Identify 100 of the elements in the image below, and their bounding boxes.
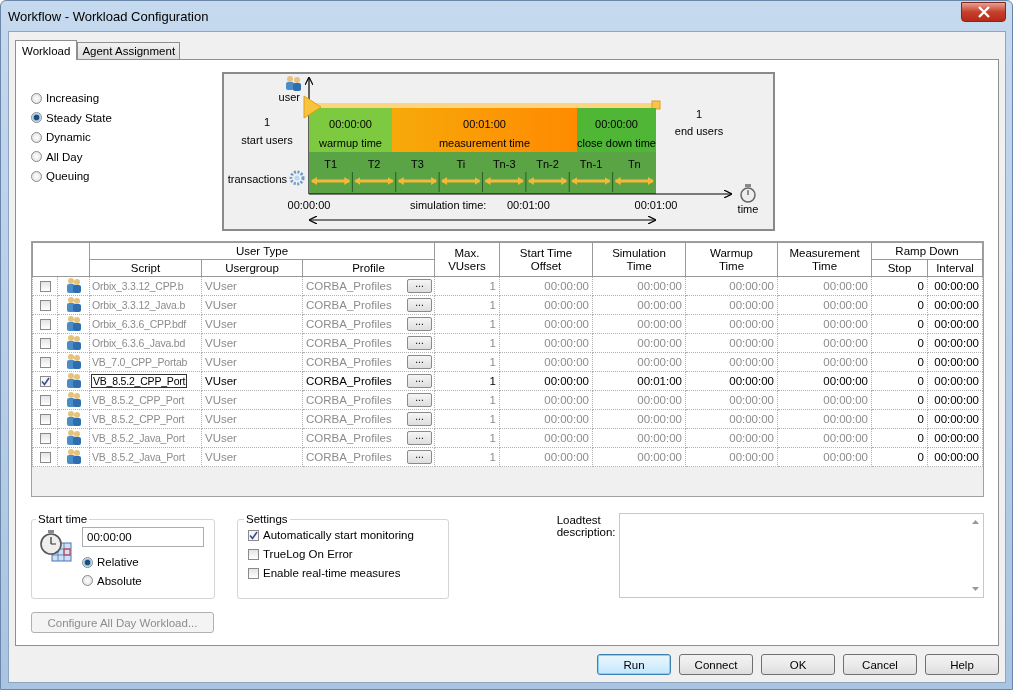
radio-label: Relative [97,556,139,569]
transaction-label: Tn-2 [536,158,559,170]
column-header: Profile [352,261,385,274]
table-cell: 1 [489,299,496,311]
row-checkbox[interactable] [39,376,51,388]
description-field[interactable] [618,513,984,598]
table-cell: CORBA_Profiles [306,375,392,387]
column-header: Interval [936,261,974,274]
table-cell: VUser [205,299,237,311]
table-cell: VUser [205,432,237,444]
table-cell: 00:00:00 [637,394,682,406]
transaction-label: Tn-1 [579,158,603,170]
table-cell: 00:00:00 [729,413,774,425]
browse-button[interactable]: ... [407,412,432,426]
browse-button[interactable]: ... [407,431,432,445]
table-cell: 00:00:00 [637,318,682,330]
row-checkbox[interactable] [39,357,51,369]
simulation-time-value: 00:01:00 [507,199,550,211]
table-cell: Orbix_3.3.12_Java.b [92,299,186,311]
checkbox[interactable] [248,548,259,560]
table-cell: VUser [205,413,237,425]
users-icon [65,448,82,464]
table-cell: 0 [917,356,924,368]
row-checkbox[interactable] [39,319,51,331]
dialog-button[interactable]: Help [925,654,999,675]
table-cell: 00:00:00 [544,394,589,406]
browse-button[interactable]: ... [407,355,432,369]
table-cell: 0 [917,432,924,444]
table-cell: VUser [205,356,237,368]
column-header: Simulation Time [611,246,667,273]
table-cell: 00:00:00 [637,299,682,311]
table-cell: VUser [205,280,237,292]
double-arrow [311,177,351,185]
table-cell: 00:00:00 [544,337,589,349]
double-arrow [527,177,568,185]
table-cell: 00:00:00 [729,432,774,444]
radio-button[interactable] [31,131,42,143]
table-cell: 00:00:00 [544,432,589,444]
table-cell: 1 [489,413,496,425]
table-cell: 00:00:00 [544,413,589,425]
browse-button[interactable]: ... [407,374,432,388]
radio-button[interactable] [31,151,42,163]
table-cell: 00:00:00 [544,318,589,330]
users-icon [65,296,82,312]
dialog-button[interactable]: Run [597,654,671,675]
table-cell: VB_7.0_CPP_Portab [92,356,188,368]
row-checkbox[interactable] [39,433,51,445]
table-cell: 00:00:00 [934,280,979,292]
table-cell: CORBA_Profiles [306,280,392,292]
browse-button[interactable]: ... [407,279,432,293]
radio-button[interactable] [31,170,42,182]
row-checkbox[interactable] [39,395,51,407]
table-cell: VUser [205,394,237,406]
start-time-label: 00:00:00 [287,199,331,211]
browse-button[interactable]: ... [407,298,432,312]
table-cell: 00:00:00 [823,337,868,349]
row-checkbox[interactable] [39,281,51,293]
radio-button[interactable] [31,112,42,124]
group-title: Start time [37,513,89,525]
table-cell: 1 [489,375,496,387]
double-arrow [397,177,438,185]
table-cell: 00:00:00 [823,356,868,368]
row-checkbox[interactable] [39,414,51,426]
start-time-field[interactable]: 00:00:00 [82,527,204,547]
table-cell: 00:00:00 [544,375,589,387]
radio-button[interactable] [82,556,93,568]
table-cell: 00:00:00 [934,432,979,444]
dialog-button[interactable]: OK [761,654,835,675]
checkbox[interactable] [248,567,259,579]
users-icon [65,391,82,407]
dialog-button[interactable]: Cancel [843,654,917,675]
double-arrow [614,177,654,185]
table-cell: 00:00:00 [544,451,589,463]
table-cell: VUser [205,451,237,463]
radio-button[interactable] [31,92,42,104]
column-header: Script [130,261,161,274]
users-icon [65,372,82,388]
radio-label: Increasing [46,92,100,105]
table-cell: CORBA_Profiles [306,337,392,349]
browse-button[interactable]: ... [407,393,432,407]
close-button[interactable] [961,2,1006,22]
users-icon [65,410,82,426]
checkbox[interactable] [248,529,259,541]
column-header: Ramp Down [895,244,959,257]
radio-button[interactable] [82,575,93,587]
tab[interactable]: Agent Assignment [77,42,181,59]
browse-button[interactable]: ... [407,336,432,350]
phase-time: 00:00:00 [595,118,638,130]
browse-button[interactable]: ... [407,317,432,331]
row-checkbox[interactable] [39,452,51,464]
table-cell: 00:00:00 [823,451,868,463]
table-cell: 00:00:00 [823,280,868,292]
axis-label: time [737,203,759,215]
dialog-button[interactable]: Connect [679,654,753,675]
row-checkbox[interactable] [39,338,51,350]
row-checkbox[interactable] [39,300,51,312]
group-title: Settings [245,513,289,525]
browse-button[interactable]: ... [407,450,432,464]
table-cell: 0 [917,413,924,425]
tab[interactable]: Workload [15,40,78,60]
